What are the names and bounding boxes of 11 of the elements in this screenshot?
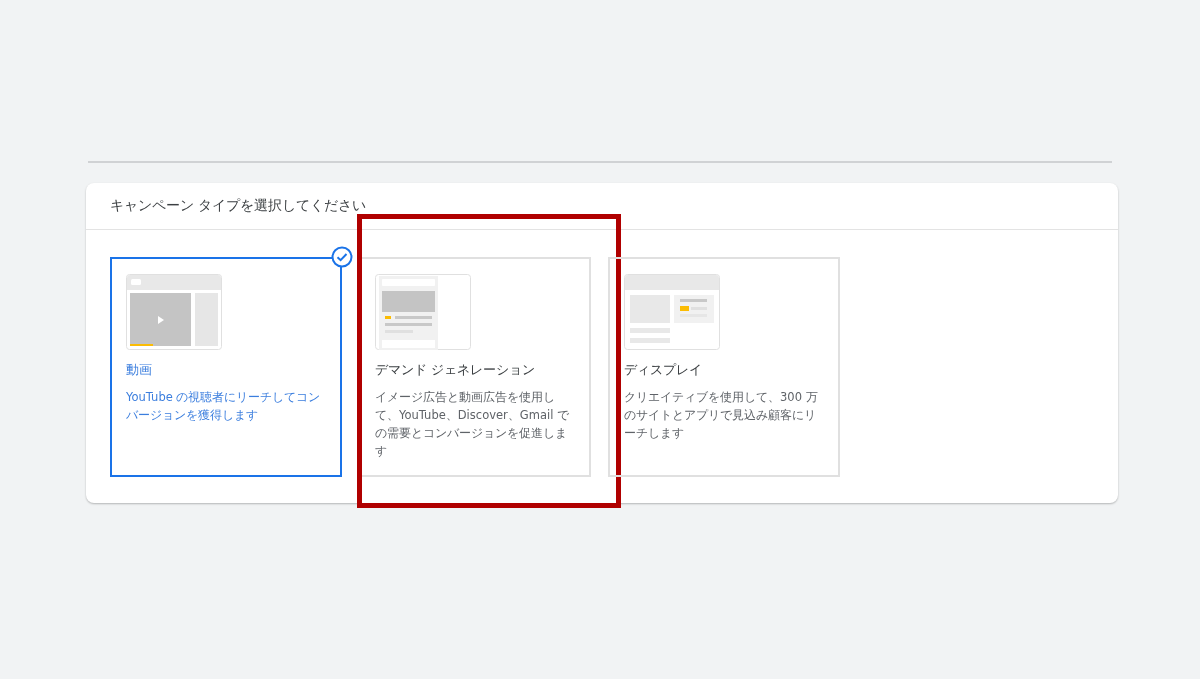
check-circle-icon [331, 246, 353, 268]
campaign-type-title: ディスプレイ [624, 361, 703, 379]
campaign-type-card[interactable]: デマンド ジェネレーション イメージ広告と動画広告を使用して、YouTube、Discover、Gmail での需要とコンバージョンを促進します [359, 257, 591, 477]
campaign-type-description: クリエイティブを使用して、300 万のサイトとアプリで見込み顧客にリーチします [624, 389, 819, 442]
campaign-type-card[interactable]: 動画 YouTube の視聴者にリーチしてコンバージョンを獲得します [110, 257, 342, 477]
campaign-type-title: 動画 [126, 361, 153, 379]
campaign-type-description: YouTube の視聴者にリーチしてコンバージョンを獲得します [126, 389, 322, 424]
campaign-type-card[interactable]: ディスプレイ クリエイティブを使用して、300 万のサイトとアプリで見込み顧客にリーチします [608, 257, 840, 477]
campaign-type-title: デマンド ジェネレーション [375, 361, 537, 379]
campaign-type-description: イメージ広告と動画広告を使用して、YouTube、Discover、Gmail での需要とコンバージョンを促進します [375, 389, 570, 460]
panel-title: キャンペーン タイプを選択してください [86, 183, 1118, 230]
